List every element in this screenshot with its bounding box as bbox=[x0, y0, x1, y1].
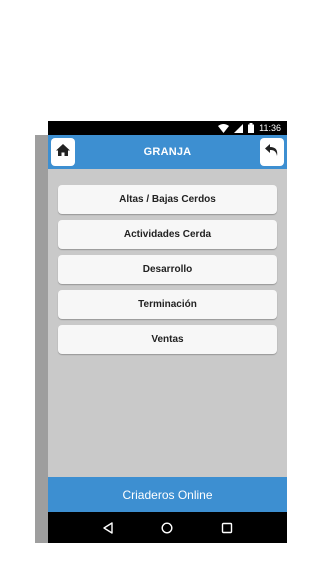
menu-item-altas-bajas-cerdos[interactable]: Altas / Bajas Cerdos bbox=[58, 185, 277, 214]
menu-item-desarrollo[interactable]: Desarrollo bbox=[58, 255, 277, 284]
device-shadow bbox=[35, 135, 48, 543]
menu-item-ventas[interactable]: Ventas bbox=[58, 325, 277, 354]
wifi-icon bbox=[218, 123, 230, 133]
menu-item-terminacion[interactable]: Terminación bbox=[58, 290, 277, 319]
page-title: GRANJA bbox=[143, 146, 192, 158]
status-time: 11:36 bbox=[259, 123, 281, 133]
battery-icon bbox=[248, 123, 255, 133]
back-arrow-icon bbox=[264, 142, 280, 163]
home-icon bbox=[55, 143, 71, 162]
square-recents-icon[interactable] bbox=[221, 522, 233, 534]
android-nav-bar bbox=[48, 512, 287, 543]
phone-screen: 11:36 GRANJA Altas / Bajas Cerdos Activi… bbox=[48, 121, 287, 543]
menu-item-actividades-cerda[interactable]: Actividades Cerda bbox=[58, 220, 277, 249]
menu-list: Altas / Bajas Cerdos Actividades Cerda D… bbox=[58, 185, 277, 354]
app-bar: GRANJA bbox=[48, 135, 287, 169]
status-bar: 11:36 bbox=[48, 121, 287, 135]
home-button[interactable] bbox=[51, 138, 75, 166]
back-button[interactable] bbox=[260, 138, 284, 166]
footer-banner: Criaderos Online bbox=[48, 477, 287, 512]
signal-icon bbox=[234, 123, 244, 133]
circle-home-icon[interactable] bbox=[161, 521, 173, 534]
main-content: Altas / Bajas Cerdos Actividades Cerda D… bbox=[48, 169, 287, 476]
footer-text: Criaderos Online bbox=[122, 487, 213, 502]
triangle-back-icon[interactable] bbox=[102, 521, 114, 534]
